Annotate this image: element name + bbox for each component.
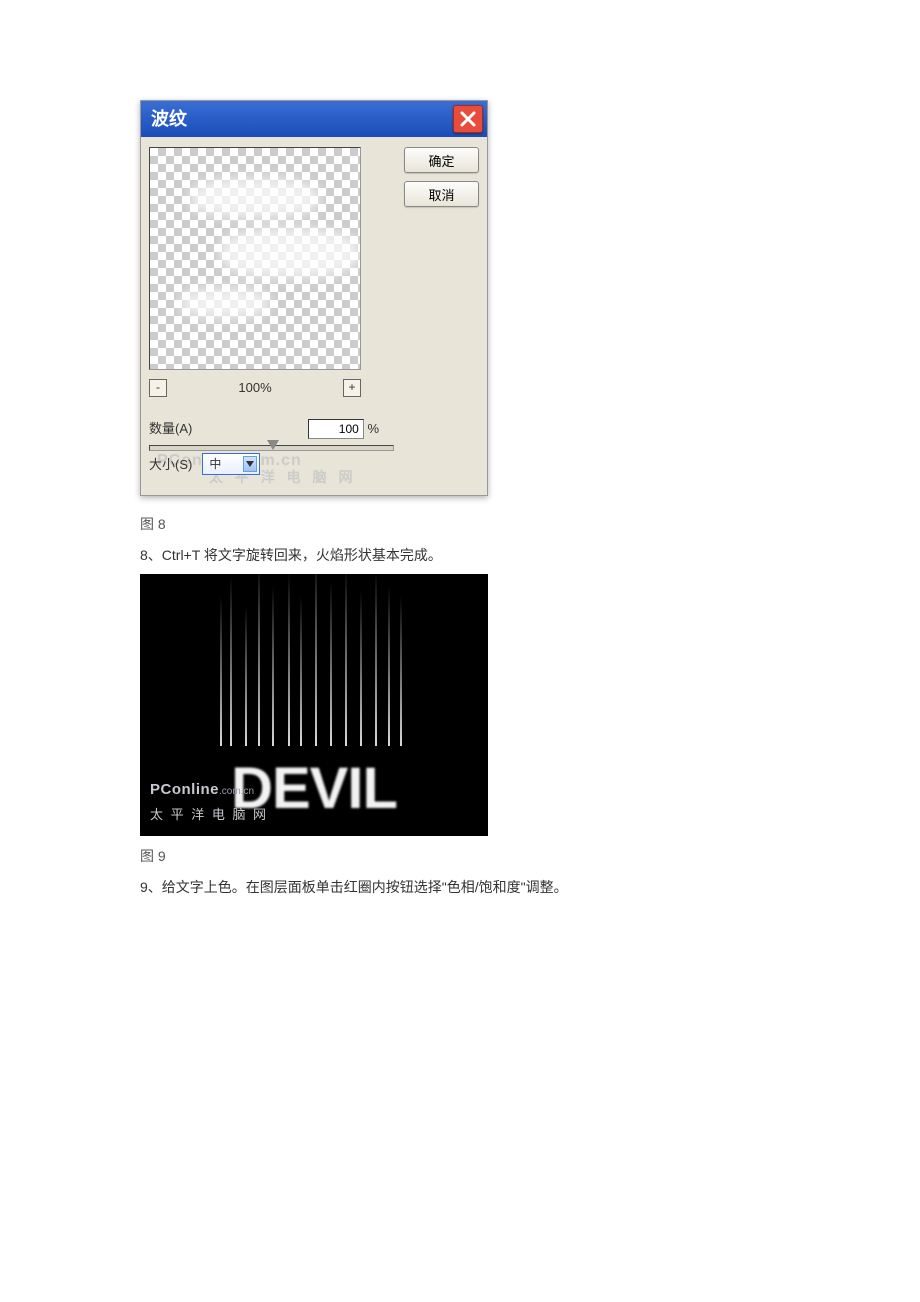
size-label: 大小(S) [149, 453, 192, 476]
close-icon [459, 110, 477, 128]
result-preview: DEVIL PConline.com.cn 太 平 洋 电 脑 网 [140, 574, 488, 836]
result-watermark: PConline.com.cn 太 平 洋 电 脑 网 [150, 776, 268, 826]
size-dropdown[interactable]: 中 [202, 453, 260, 475]
step-8-text: 8、Ctrl+T 将文字旋转回来，火焰形状基本完成。 [140, 543, 920, 568]
zoom-in-button[interactable]: + [343, 379, 361, 397]
dialog-title: 波纹 [151, 103, 187, 135]
zoom-controls: - 100% + [149, 376, 361, 399]
close-button[interactable] [453, 105, 483, 133]
amount-unit: % [367, 421, 379, 436]
zoom-out-button[interactable]: - [149, 379, 167, 397]
chevron-down-icon [243, 456, 257, 472]
filter-preview[interactable] [149, 147, 361, 370]
dialog-titlebar[interactable]: 波纹 [141, 101, 487, 137]
zoom-level: 100% [238, 376, 271, 399]
figure-caption-9: 图 9 [140, 844, 920, 869]
figure-caption-8: 图 8 [140, 512, 920, 537]
amount-label: 数量(A) [149, 417, 192, 440]
ripple-dialog: 波纹 - 100% + 数量(A) % [140, 100, 488, 496]
step-9-text: 9、给文字上色。在图层面板单击红圈内按钮选择"色相/饱和度"调整。 [140, 875, 920, 900]
dialog-body: - 100% + 数量(A) % PConline.com.cn 太 平 洋 电… [141, 137, 487, 495]
cancel-button[interactable]: 取消 [404, 181, 479, 207]
ok-button[interactable]: 确定 [404, 147, 479, 173]
size-selected: 中 [209, 454, 221, 476]
amount-row: 数量(A) % [149, 417, 379, 440]
amount-input[interactable] [308, 419, 364, 439]
